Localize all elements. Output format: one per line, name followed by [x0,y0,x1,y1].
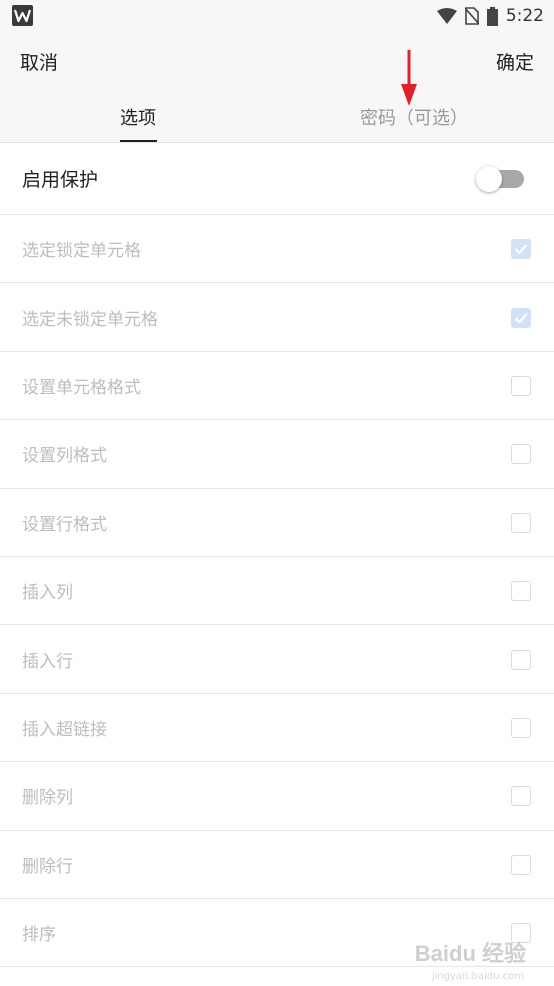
checkmark-icon [514,312,528,324]
option-row: 删除行 [0,831,554,899]
option-row: 删除列 [0,762,554,831]
option-label: 插入行 [22,651,73,672]
confirm-button[interactable]: 确定 [496,48,534,75]
option-checkbox[interactable] [511,375,531,396]
toggle-knob [476,166,502,192]
option-checkbox[interactable] [511,786,531,807]
option-label: 设置行格式 [22,514,107,535]
status-bar: 5:22 [0,0,554,32]
red-arrow-annotation [401,50,417,106]
option-checkbox[interactable] [511,581,531,602]
option-checkbox[interactable] [511,444,531,465]
option-checkbox[interactable] [511,854,531,875]
enable-protection-toggle[interactable] [476,166,524,192]
option-row: 设置单元格格式 [0,352,554,421]
enable-protection-row: 启用保护 [0,143,554,215]
option-row: 选定锁定单元格 [0,215,554,284]
option-label: 插入超链接 [22,719,107,740]
option-label: 删除行 [22,856,73,877]
option-label: 插入列 [22,583,73,604]
baidu-watermark-url: jingyan.baidu.com [431,971,524,982]
option-label: 设置列格式 [22,446,107,467]
option-checkbox[interactable] [511,512,531,533]
option-row: 设置行格式 [0,489,554,557]
option-checkbox[interactable] [511,239,531,260]
option-row: 插入行 [0,625,554,694]
option-label: 选定未锁定单元格 [22,309,158,330]
baidu-watermark: Baidu 经验 [414,941,526,966]
status-icons: 5:22 [436,0,544,32]
battery-icon [486,6,498,26]
enable-protection-label: 启用保护 [22,169,99,191]
option-label: 选定锁定单元格 [22,241,141,262]
active-tab-indicator [120,140,157,142]
option-checkbox[interactable] [511,649,531,670]
no-sim-icon [464,7,479,25]
option-label: 删除列 [22,788,73,809]
status-time: 5:22 [505,6,544,26]
checkmark-icon [514,244,528,255]
option-label: 排序 [22,925,56,946]
option-row: 插入列 [0,557,554,626]
header: 取消 确定 选项 密码（可选） [0,32,554,143]
wifi-icon [436,8,457,24]
tab-options[interactable]: 选项 [120,104,156,130]
option-row: 选定未锁定单元格 [0,283,554,352]
wps-logo-icon [12,5,33,26]
option-row: 插入超链接 [0,694,554,763]
tab-password[interactable]: 密码（可选） [360,104,468,130]
cancel-button[interactable]: 取消 [20,48,58,75]
option-checkbox[interactable] [511,307,531,328]
option-row: 设置列格式 [0,420,554,489]
option-checkbox[interactable] [511,717,531,738]
option-label: 设置单元格格式 [22,377,141,398]
